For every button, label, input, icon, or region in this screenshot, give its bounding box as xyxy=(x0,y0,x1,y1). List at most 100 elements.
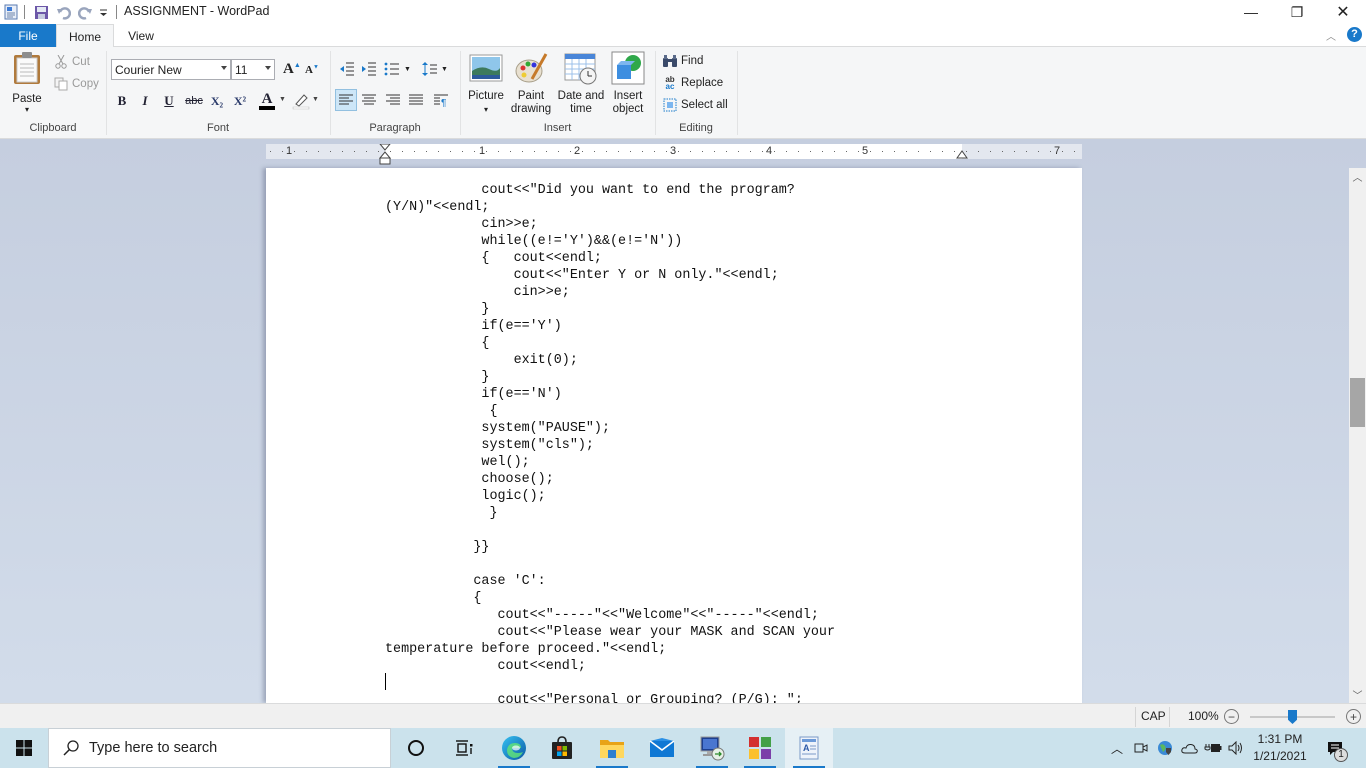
clipboard-icon xyxy=(14,52,40,84)
start-button[interactable] xyxy=(0,728,48,768)
ruler-tick xyxy=(786,151,787,152)
tab-home[interactable]: Home xyxy=(56,24,114,48)
highlight-color-button[interactable] xyxy=(291,91,311,111)
ruler-tick xyxy=(894,151,895,152)
bullet-list-button[interactable]: ▼ xyxy=(384,59,414,79)
zoom-out-button[interactable]: − xyxy=(1224,709,1239,724)
action-center-button[interactable]: 1 xyxy=(1320,728,1350,768)
undo-icon[interactable] xyxy=(54,3,72,21)
ruler-tick xyxy=(714,151,715,152)
taskbar-app-store[interactable] xyxy=(538,728,586,768)
insert-object-button[interactable]: Insert object xyxy=(608,51,648,116)
cortana-button[interactable] xyxy=(392,728,440,768)
replace-button[interactable]: ab ac Replace xyxy=(662,73,723,93)
highlight-dropdown-icon[interactable]: ▼ xyxy=(312,96,319,103)
indent-marker[interactable] xyxy=(379,144,391,166)
meet-now-button[interactable] xyxy=(1132,728,1150,768)
taskbar-app-file-explorer[interactable] xyxy=(588,728,636,768)
underline-button[interactable]: U xyxy=(161,91,177,111)
scroll-down-icon[interactable]: ﹀ xyxy=(1349,686,1366,703)
italic-button[interactable]: I xyxy=(137,91,153,111)
date-time-button[interactable]: Date and time xyxy=(556,51,606,116)
wordpad-app-icon[interactable] xyxy=(2,3,20,21)
minimize-ribbon-icon[interactable]: ︿ xyxy=(1326,28,1340,43)
text-color-dropdown-icon[interactable]: ▼ xyxy=(279,96,286,103)
find-button[interactable]: Find xyxy=(662,51,703,71)
picture-dropdown-icon[interactable]: ▾ xyxy=(484,103,488,116)
font-size-select[interactable]: 11 xyxy=(231,59,275,80)
ruler-tick xyxy=(498,151,499,152)
svg-text:A: A xyxy=(803,743,810,753)
ruler-tick xyxy=(546,151,547,152)
battery-button[interactable] xyxy=(1204,728,1222,768)
insert-group-label: Insert xyxy=(543,122,572,134)
taskbar-app-wordpad[interactable]: A xyxy=(785,728,833,768)
line-spacing-button[interactable]: ▼ xyxy=(422,59,452,79)
superscript-button[interactable]: X² xyxy=(231,91,249,111)
taskbar-app-colorful[interactable] xyxy=(736,728,784,768)
text-color-button[interactable]: A xyxy=(256,91,278,111)
ruler-tick xyxy=(1062,151,1063,152)
paint-drawing-button[interactable]: Paint drawing xyxy=(508,51,554,116)
taskbar-app-mail[interactable] xyxy=(638,728,686,768)
taskbar-app-edge[interactable] xyxy=(490,728,538,768)
tab-file[interactable]: File xyxy=(0,24,56,47)
colorful-app-icon xyxy=(749,737,771,759)
close-button[interactable]: ✕ xyxy=(1320,0,1366,24)
paste-button[interactable]: Paste ▾ xyxy=(8,51,46,114)
ruler[interactable]: 1 1 2 3 4 5 7 xyxy=(266,144,1082,165)
right-indent-marker[interactable] xyxy=(956,149,968,159)
document-line: }} xyxy=(385,540,490,555)
document-page[interactable]: cout<<"Did you want to end the program? (… xyxy=(266,168,1082,703)
document-line: cout<<"Did you want to end the program? xyxy=(385,183,795,198)
scroll-up-icon[interactable]: ︿ xyxy=(1349,168,1366,185)
ruler-tick xyxy=(774,151,775,152)
font-family-select[interactable]: Courier New xyxy=(111,59,231,80)
align-left-button[interactable] xyxy=(335,89,357,111)
taskbar-clock[interactable]: 1:31 PM 1/21/2021 xyxy=(1250,731,1310,765)
redo-icon[interactable] xyxy=(76,3,94,21)
decrease-indent-button[interactable] xyxy=(337,59,357,79)
ruler-tick xyxy=(870,151,871,152)
justify-button[interactable] xyxy=(406,90,426,110)
tab-view[interactable]: View xyxy=(114,24,168,47)
ruler-tick xyxy=(978,151,979,152)
strikethrough-button[interactable]: abc xyxy=(184,91,204,111)
copy-button[interactable]: Copy xyxy=(53,74,99,94)
zoom-in-button[interactable]: + xyxy=(1346,709,1361,724)
increase-indent-button[interactable] xyxy=(359,59,379,79)
defender-button[interactable] xyxy=(1156,728,1174,768)
volume-button[interactable] xyxy=(1227,728,1247,768)
ruler-tick xyxy=(642,151,643,152)
onedrive-button[interactable] xyxy=(1180,728,1198,768)
ruler-tick xyxy=(582,151,583,152)
shrink-font-button[interactable]: A▼ xyxy=(305,64,319,76)
scrollbar-thumb[interactable] xyxy=(1350,378,1365,427)
zoom-slider-thumb[interactable] xyxy=(1288,710,1297,724)
customize-quick-access-icon[interactable] xyxy=(97,3,109,21)
vertical-scrollbar[interactable]: ︿ ﹀ xyxy=(1349,168,1366,703)
caps-lock-indicator: CAP xyxy=(1141,709,1166,723)
grow-font-button[interactable]: A▲ xyxy=(283,61,301,78)
document-line: } xyxy=(385,370,490,385)
restore-button[interactable]: ❐ xyxy=(1274,0,1320,24)
minimize-button[interactable]: — xyxy=(1228,0,1274,24)
align-right-button[interactable] xyxy=(383,90,403,110)
paragraph-settings-button[interactable]: ¶ xyxy=(431,90,451,110)
paste-dropdown-icon[interactable]: ▾ xyxy=(25,106,29,114)
taskbar-app-remote-desktop[interactable] xyxy=(688,728,736,768)
ruler-number: 1 xyxy=(286,145,293,157)
select-all-button[interactable]: Select all xyxy=(662,95,728,115)
align-center-button[interactable] xyxy=(359,90,379,110)
taskbar-search-box[interactable]: Type here to search xyxy=(48,728,391,768)
task-view-button[interactable] xyxy=(440,728,488,768)
bold-button[interactable]: B xyxy=(114,91,130,111)
save-icon[interactable] xyxy=(32,3,50,21)
document-line: wel(); xyxy=(385,455,530,470)
picture-button[interactable]: Picture ▾ xyxy=(466,51,506,116)
help-icon[interactable]: ? xyxy=(1347,27,1362,42)
cut-button[interactable]: Cut xyxy=(53,52,90,72)
folder-icon xyxy=(600,740,624,758)
show-hidden-icons-button[interactable]: ︿ xyxy=(1108,728,1126,768)
subscript-button[interactable]: X₂ xyxy=(208,91,226,111)
